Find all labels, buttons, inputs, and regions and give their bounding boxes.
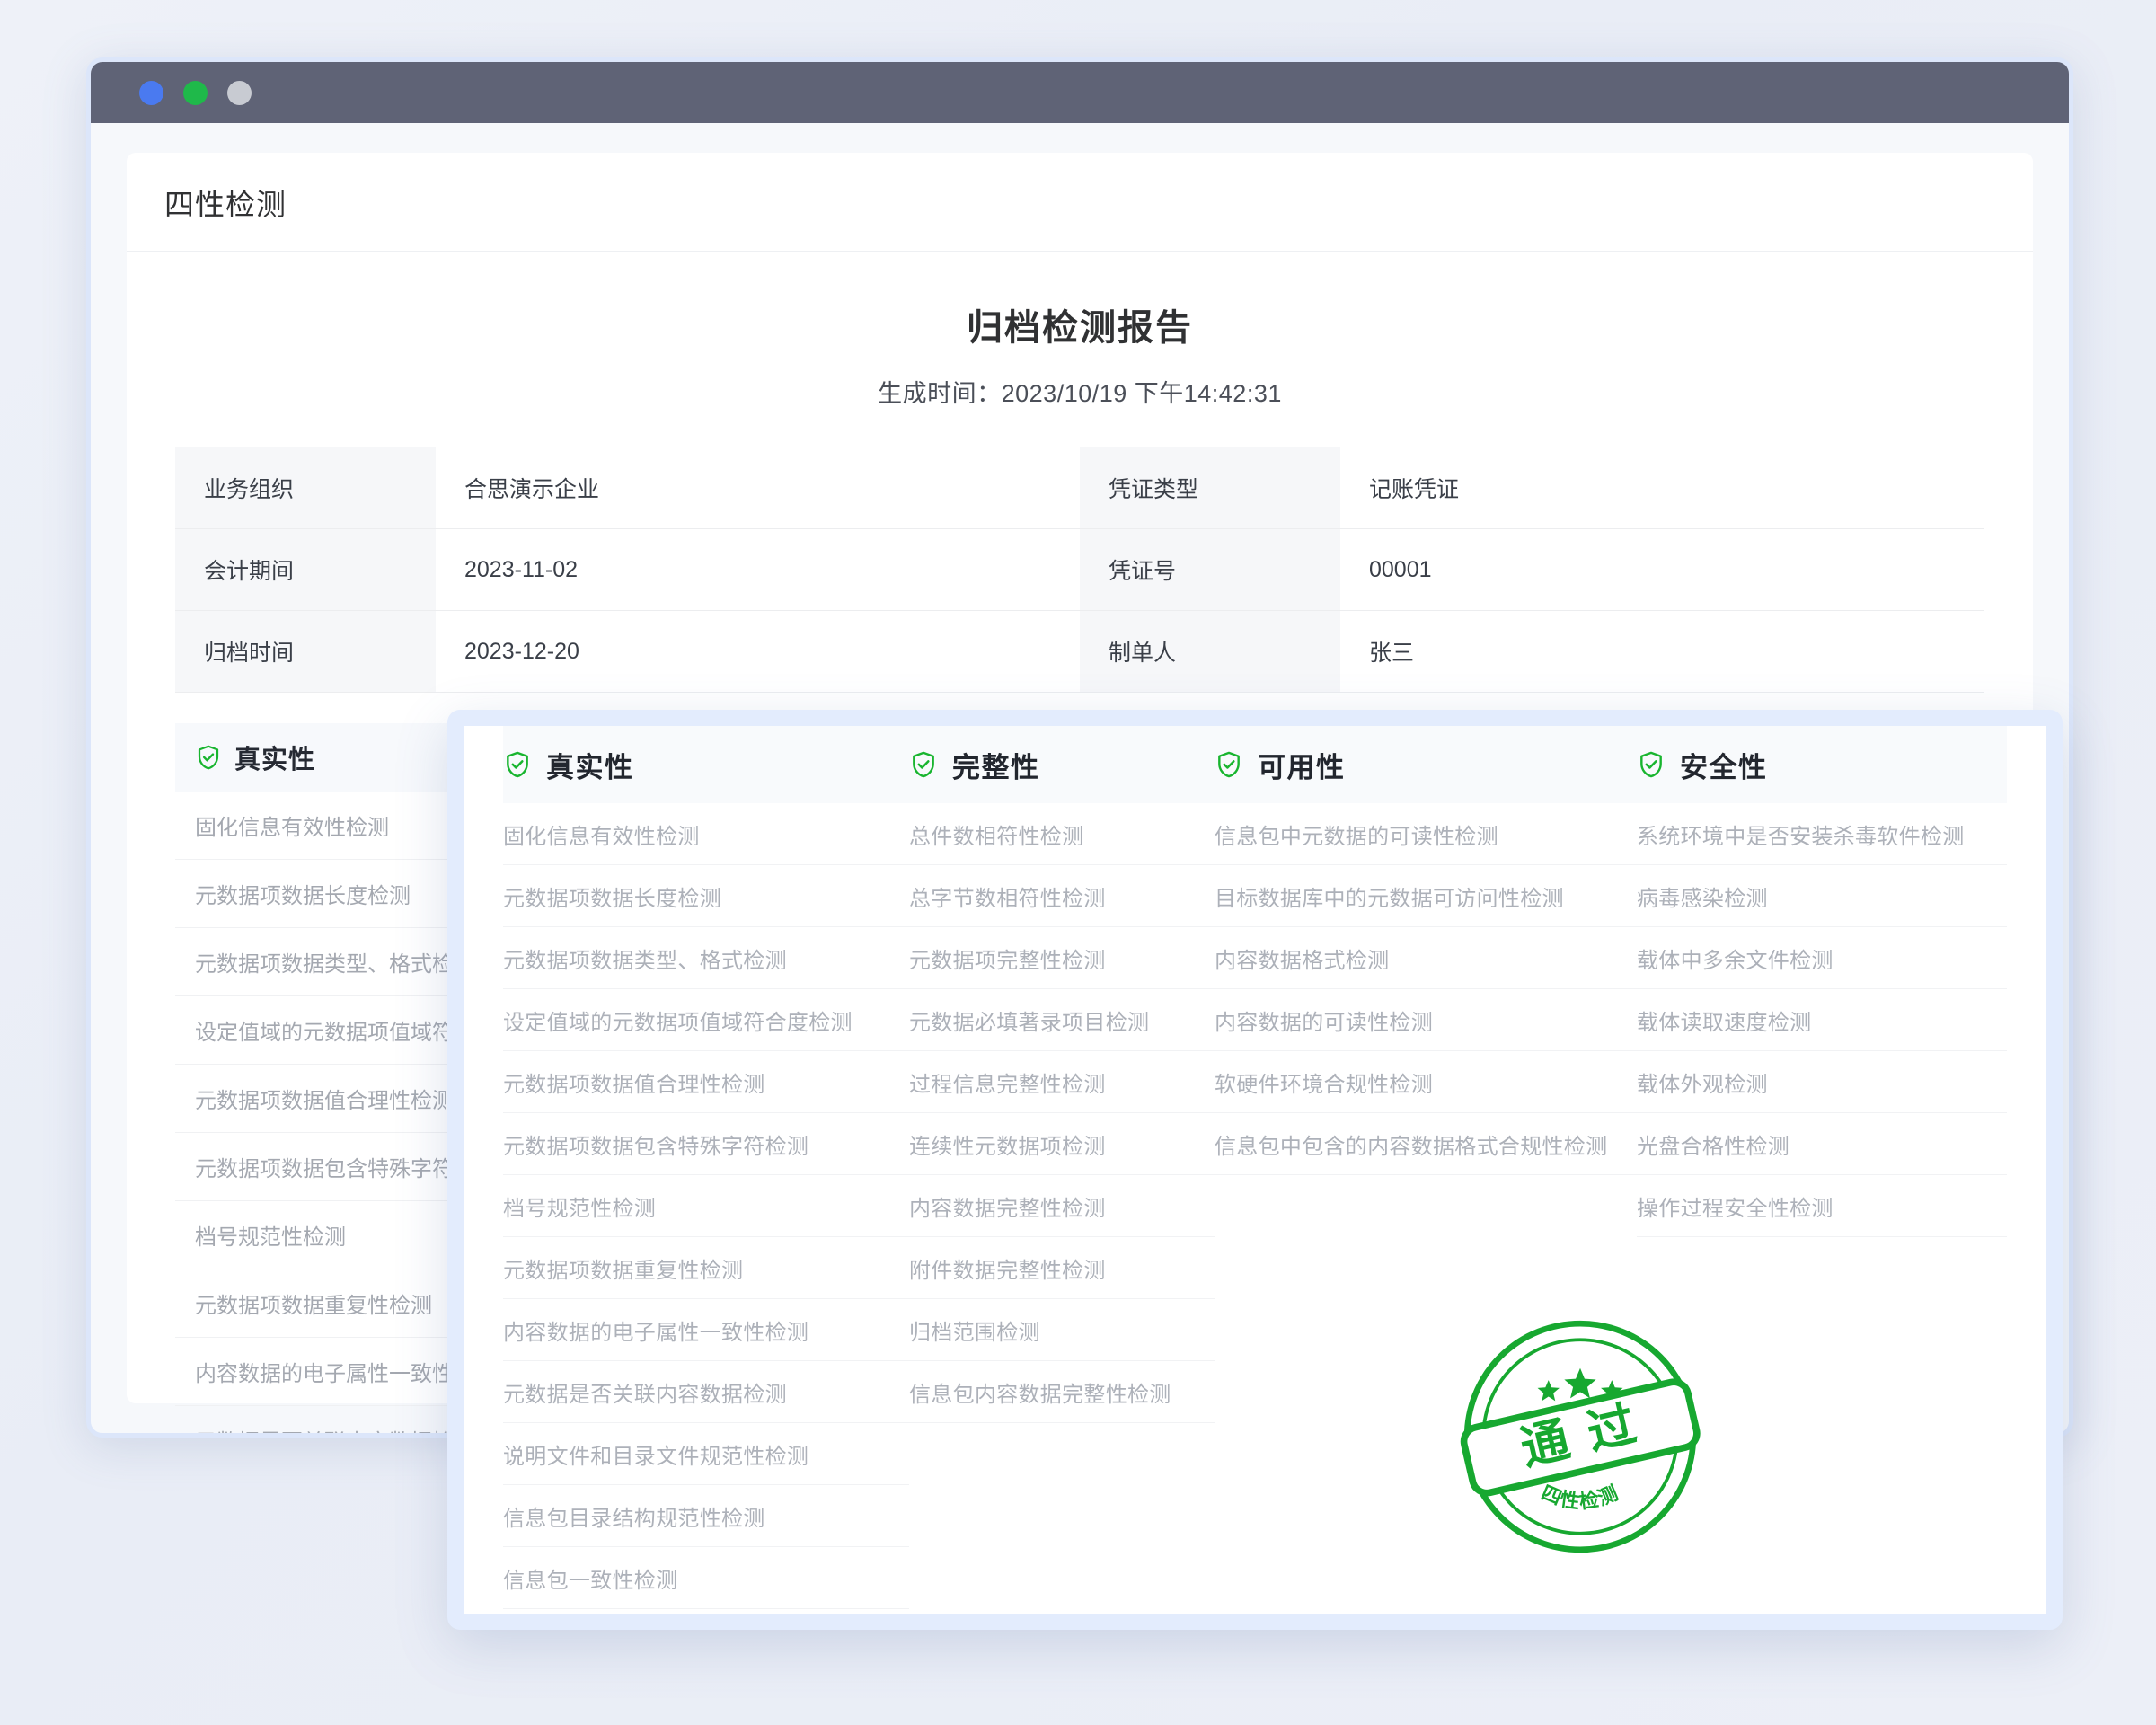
- detection-item[interactable]: 固化信息有效性检测: [503, 803, 909, 865]
- detection-item-placeholder: [1637, 1423, 2007, 1485]
- info-value: 记账凭证: [1340, 447, 1984, 529]
- report-info-table: 业务组织合思演示企业凭证类型记账凭证会计期间2023-11-02凭证号00001…: [175, 447, 1984, 693]
- detection-item[interactable]: 归档范围检测: [909, 1299, 1215, 1361]
- detection-column-2: 完整性总件数相符性检测总字节数相符性检测元数据项完整性检测元数据必填著录项目检测…: [909, 726, 1215, 1609]
- detection-column-header: 可用性: [1215, 726, 1637, 803]
- detection-columns: 真实性固化信息有效性检测元数据项数据长度检测元数据项数据类型、格式检测设定值域的…: [464, 726, 2046, 1609]
- detection-item[interactable]: 信息包中元数据的可读性检测: [1215, 803, 1637, 865]
- detection-item[interactable]: 元数据项数据重复性检测: [503, 1237, 909, 1299]
- detection-item[interactable]: 档号规范性检测: [503, 1175, 909, 1237]
- detection-item-placeholder: [909, 1485, 1215, 1547]
- info-label: 凭证类型: [1080, 447, 1340, 529]
- detection-column-header: 完整性: [909, 726, 1215, 803]
- detection-item-placeholder: [1637, 1361, 2007, 1423]
- page-header: 四性检测: [127, 153, 2033, 252]
- info-table-row: 业务组织合思演示企业凭证类型记账凭证: [175, 447, 1984, 529]
- detection-item-placeholder: [1215, 1299, 1637, 1361]
- detection-item-placeholder: [1215, 1485, 1637, 1547]
- window-dot-gray[interactable]: [227, 81, 252, 105]
- detection-item-placeholder: [909, 1547, 1215, 1609]
- detection-item[interactable]: 总件数相符性检测: [909, 803, 1215, 865]
- shield-check-icon: [1637, 750, 1666, 779]
- info-table-row: 归档时间2023-12-20制单人张三: [175, 611, 1984, 693]
- detection-item[interactable]: 设定值域的元数据项值域符合度检测: [503, 989, 909, 1051]
- detection-column-title: 可用性: [1258, 745, 1346, 785]
- detection-item[interactable]: 信息包目录结构规范性检测: [503, 1485, 909, 1547]
- detection-column-title: 安全性: [1680, 745, 1768, 785]
- detection-item[interactable]: 附件数据完整性检测: [909, 1237, 1215, 1299]
- detection-item[interactable]: 内容数据完整性检测: [909, 1175, 1215, 1237]
- detection-item[interactable]: 信息包一致性检测: [503, 1547, 909, 1609]
- info-value: 合思演示企业: [436, 447, 1080, 529]
- info-label: 凭证号: [1080, 529, 1340, 611]
- detection-item[interactable]: 信息包中包含的内容数据格式合规性检测: [1215, 1113, 1637, 1175]
- detection-item[interactable]: 信息包内容数据完整性检测: [909, 1361, 1215, 1423]
- detection-column-header: 安全性: [1637, 726, 2007, 803]
- info-value: 2023-12-20: [436, 611, 1080, 693]
- detection-item[interactable]: 总字节数相符性检测: [909, 865, 1215, 927]
- detection-item[interactable]: 元数据项数据长度检测: [503, 865, 909, 927]
- back-column-title: 真实性: [234, 739, 315, 776]
- detection-item-placeholder: [909, 1423, 1215, 1485]
- window-dot-blue[interactable]: [139, 81, 163, 105]
- detection-column-1: 真实性固化信息有效性检测元数据项数据长度检测元数据项数据类型、格式检测设定值域的…: [503, 726, 909, 1609]
- detection-column-title: 完整性: [952, 745, 1040, 785]
- detection-item[interactable]: 系统环境中是否安装杀毒软件检测: [1637, 803, 2007, 865]
- detection-item-placeholder: [1215, 1547, 1637, 1609]
- detection-item[interactable]: 元数据项完整性检测: [909, 927, 1215, 989]
- detection-item[interactable]: 说明文件和目录文件规范性检测: [503, 1423, 909, 1485]
- info-value: 张三: [1340, 611, 1984, 693]
- detection-item[interactable]: 光盘合格性检测: [1637, 1113, 2007, 1175]
- shield-check-icon: [909, 750, 938, 779]
- detection-item[interactable]: 连续性元数据项检测: [909, 1113, 1215, 1175]
- detection-item[interactable]: 元数据是否关联内容数据检测: [503, 1361, 909, 1423]
- detection-item[interactable]: 内容数据的可读性检测: [1215, 989, 1637, 1051]
- detection-item-placeholder: [1215, 1423, 1637, 1485]
- info-table-row: 会计期间2023-11-02凭证号00001: [175, 529, 1984, 611]
- detection-detail-inner: 真实性固化信息有效性检测元数据项数据长度检测元数据项数据类型、格式检测设定值域的…: [464, 726, 2046, 1614]
- detection-item[interactable]: 软硬件环境合规性检测: [1215, 1051, 1637, 1113]
- info-value: 00001: [1340, 529, 1984, 611]
- shield-check-icon: [1215, 750, 1243, 779]
- detection-column-title: 真实性: [546, 745, 634, 785]
- detection-item-placeholder: [1215, 1175, 1637, 1237]
- report-title: 归档检测报告: [175, 298, 1984, 350]
- detection-item-placeholder: [1637, 1237, 2007, 1299]
- page-title: 四性检测: [164, 181, 287, 224]
- info-value: 2023-11-02: [436, 529, 1080, 611]
- detection-item-placeholder: [1637, 1547, 2007, 1609]
- detection-item[interactable]: 元数据必填著录项目检测: [909, 989, 1215, 1051]
- detection-item-placeholder: [1637, 1485, 2007, 1547]
- detection-column-3: 可用性信息包中元数据的可读性检测目标数据库中的元数据可访问性检测内容数据格式检测…: [1215, 726, 1637, 1609]
- detection-column-4: 安全性系统环境中是否安装杀毒软件检测病毒感染检测载体中多余文件检测载体读取速度检…: [1637, 726, 2007, 1609]
- window-dot-green[interactable]: [183, 81, 208, 105]
- detection-item[interactable]: 病毒感染检测: [1637, 865, 2007, 927]
- detection-item[interactable]: 过程信息完整性检测: [909, 1051, 1215, 1113]
- detection-item[interactable]: 载体中多余文件检测: [1637, 927, 2007, 989]
- detection-item[interactable]: 目标数据库中的元数据可访问性检测: [1215, 865, 1637, 927]
- detection-detail-panel: 真实性固化信息有效性检测元数据项数据长度检测元数据项数据类型、格式检测设定值域的…: [447, 710, 2063, 1630]
- detection-item[interactable]: 内容数据的电子属性一致性检测: [503, 1299, 909, 1361]
- detection-item-placeholder: [1637, 1299, 2007, 1361]
- shield-check-icon: [503, 750, 532, 779]
- detection-item-placeholder: [1215, 1361, 1637, 1423]
- info-label: 会计期间: [175, 529, 436, 611]
- detection-item[interactable]: 内容数据格式检测: [1215, 927, 1637, 989]
- detection-item[interactable]: 元数据项数据类型、格式检测: [503, 927, 909, 989]
- info-label: 业务组织: [175, 447, 436, 529]
- window-titlebar: [91, 62, 2069, 123]
- detection-item[interactable]: 元数据项数据包含特殊字符检测: [503, 1113, 909, 1175]
- detection-item[interactable]: 操作过程安全性检测: [1637, 1175, 2007, 1237]
- report-generated-time: 生成时间：2023/10/19 下午14:42:31: [175, 374, 1984, 409]
- detection-item[interactable]: 载体读取速度检测: [1637, 989, 2007, 1051]
- info-label: 制单人: [1080, 611, 1340, 693]
- shield-check-icon: [195, 744, 222, 771]
- info-label: 归档时间: [175, 611, 436, 693]
- detection-item[interactable]: 元数据项数据值合理性检测: [503, 1051, 909, 1113]
- detection-item[interactable]: 载体外观检测: [1637, 1051, 2007, 1113]
- detection-item-placeholder: [1215, 1237, 1637, 1299]
- detection-column-header: 真实性: [503, 726, 909, 803]
